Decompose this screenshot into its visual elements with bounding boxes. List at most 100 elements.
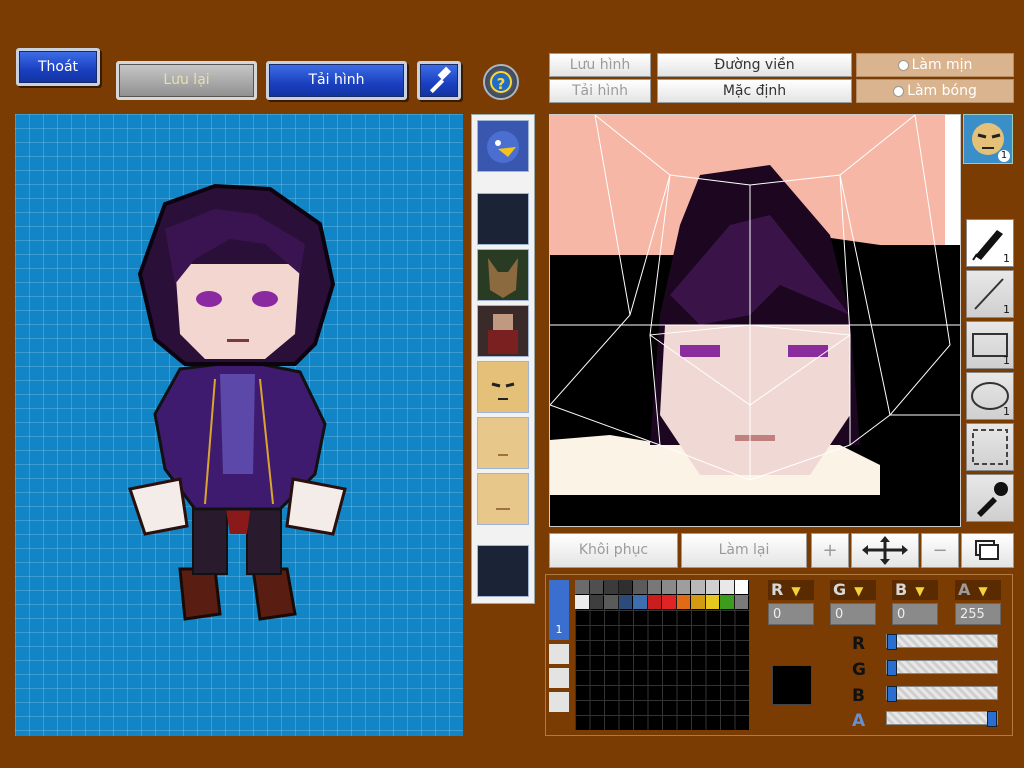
palette-page-tab-2[interactable] — [549, 644, 569, 664]
editor-load-image-button[interactable]: Tải hình — [549, 79, 651, 103]
palette-page-tab-4[interactable] — [549, 692, 569, 712]
rectangle-tool[interactable]: 1 — [966, 321, 1014, 369]
part-thumb-body[interactable] — [477, 305, 529, 357]
smooth-radio-dot — [897, 59, 909, 71]
zoom-out-button[interactable]: − — [921, 533, 959, 568]
palette-page-tab-active[interactable]: 1 — [549, 580, 569, 640]
palette-swatch[interactable] — [575, 580, 589, 594]
pen-tool[interactable]: 1 — [966, 219, 1014, 267]
exit-button[interactable]: Thoát — [16, 48, 100, 86]
outline-button[interactable]: Đường viền — [657, 53, 852, 77]
smooth-radio[interactable]: Làm mịn — [856, 53, 1014, 77]
pen-count: 1 — [1003, 252, 1010, 265]
palette-swatch[interactable] — [604, 580, 618, 594]
help-button[interactable]: ? — [483, 64, 519, 100]
part-thumb-helmet[interactable] — [477, 120, 529, 172]
slider-r[interactable] — [886, 634, 998, 650]
slider-g-knob[interactable] — [887, 660, 897, 676]
palette-swatch[interactable] — [662, 595, 676, 609]
slider-b-text: B — [852, 686, 865, 706]
palette-swatch[interactable] — [676, 580, 690, 594]
layer-button[interactable] — [961, 533, 1014, 568]
palette-swatch[interactable] — [734, 580, 748, 594]
zoom-in-button[interactable]: + — [811, 533, 849, 568]
beast-mask-icon — [488, 258, 518, 298]
slider-g[interactable] — [886, 660, 998, 676]
palette-swatch[interactable] — [589, 595, 603, 609]
palette-swatch[interactable] — [662, 580, 676, 594]
palette-swatch[interactable] — [647, 580, 661, 594]
character-preview[interactable] — [15, 114, 463, 736]
palette-swatch[interactable] — [604, 595, 618, 609]
face-preview-badge: 1 — [998, 150, 1010, 162]
slider-a-knob[interactable] — [987, 711, 997, 727]
slider-r-knob[interactable] — [887, 634, 897, 650]
load-image-button[interactable]: Tải hình — [266, 61, 407, 100]
palette-swatch[interactable] — [589, 580, 603, 594]
face-preview[interactable]: 1 — [963, 114, 1013, 164]
default-button[interactable]: Mặc định — [657, 79, 852, 103]
load-image-label: Tải hình — [308, 72, 365, 88]
part-thumb-empty-2[interactable] — [477, 545, 529, 597]
shade-label: Làm bóng — [907, 83, 977, 99]
palette-page-tab-3[interactable] — [549, 668, 569, 688]
palette-swatch[interactable] — [647, 595, 661, 609]
ellipse-tool[interactable]: 1 — [966, 372, 1014, 420]
part-thumb-face-1[interactable] — [477, 361, 529, 413]
move-button[interactable] — [851, 533, 919, 568]
body-icon — [488, 314, 518, 354]
palette-swatch[interactable] — [575, 595, 589, 609]
palette-swatch[interactable] — [720, 580, 734, 594]
palette-swatch[interactable] — [705, 595, 719, 609]
palette-swatches — [575, 580, 749, 610]
ellipse-count: 1 — [1003, 405, 1010, 418]
part-list[interactable] — [471, 114, 535, 604]
channel-a-value-text: 255 — [960, 607, 985, 622]
save-image-button[interactable]: Lưu hình — [549, 53, 651, 77]
face-texture — [550, 115, 960, 526]
face-angry-icon — [491, 382, 515, 400]
palette-swatch[interactable] — [633, 595, 647, 609]
exit-label: Thoát — [37, 59, 79, 75]
palette-swatch[interactable] — [618, 595, 632, 609]
channel-r-value[interactable]: 0 — [768, 603, 814, 625]
slider-a[interactable] — [886, 711, 998, 727]
face-neutral-icon — [498, 454, 508, 456]
color-palette-grid[interactable] — [575, 580, 749, 730]
palette-swatch[interactable] — [691, 595, 705, 609]
channel-b-value[interactable]: 0 — [892, 603, 938, 625]
slider-b-knob[interactable] — [887, 686, 897, 702]
line-tool[interactable]: 1 — [966, 270, 1014, 318]
layer-icon — [975, 540, 999, 560]
slider-b[interactable] — [886, 686, 998, 702]
hammer-button[interactable] — [417, 61, 461, 100]
part-thumb-mask[interactable] — [477, 249, 529, 301]
part-thumb-face-2[interactable] — [477, 417, 529, 469]
palette-swatch[interactable] — [734, 595, 748, 609]
palette-swatch[interactable] — [705, 580, 719, 594]
select-tool[interactable] — [966, 423, 1014, 471]
save-button[interactable]: Lưu lại — [116, 61, 257, 100]
part-thumb-face-3[interactable] — [477, 473, 529, 525]
restore-button[interactable]: Khôi phục — [549, 533, 678, 568]
palette-swatch[interactable] — [633, 580, 647, 594]
palette-swatch[interactable] — [720, 595, 734, 609]
move-arrows-icon — [862, 536, 908, 565]
help-symbol: ? — [496, 75, 506, 93]
redo-button[interactable]: Làm lại — [681, 533, 807, 568]
channel-g-value[interactable]: 0 — [830, 603, 876, 625]
palette-swatch[interactable] — [618, 580, 632, 594]
redo-label: Làm lại — [718, 542, 770, 558]
pixel-canvas[interactable] — [549, 114, 961, 527]
palette-swatch[interactable] — [676, 595, 690, 609]
palette-swatch[interactable] — [691, 580, 705, 594]
hammer-icon — [429, 66, 452, 94]
slider-a-text: A — [852, 711, 866, 731]
slider-b-label: B — [852, 686, 865, 706]
part-thumb-empty-1[interactable] — [477, 193, 529, 245]
shade-radio[interactable]: Làm bóng — [856, 79, 1014, 103]
channel-a-value[interactable]: 255 — [955, 603, 1001, 625]
channel-b-value-text: 0 — [897, 607, 906, 622]
channel-g-value-text: 0 — [835, 607, 844, 622]
eyedropper-tool[interactable] — [966, 474, 1014, 522]
